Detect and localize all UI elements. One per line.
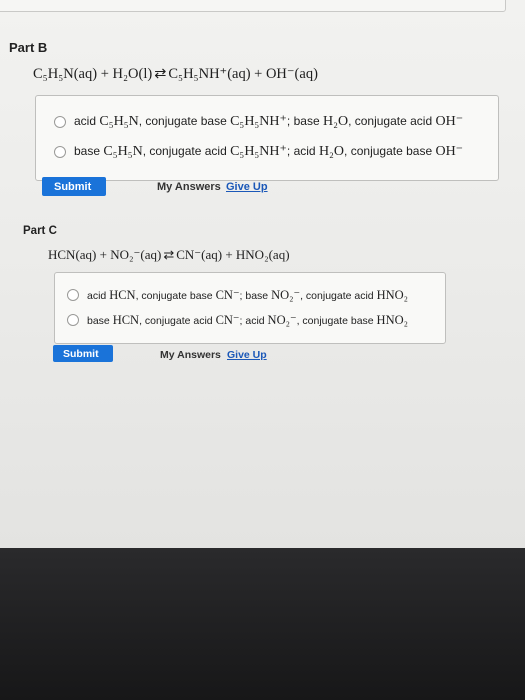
choice-text: acid	[87, 290, 110, 302]
choice-base: NO₂⁻	[271, 288, 301, 302]
choice-acid: C₅H₅N	[99, 114, 139, 129]
choice-conjugate: CN⁻	[215, 288, 240, 302]
part-b-equation-arrow: ⇄	[154, 66, 167, 82]
part-c-choices-box: acid HCN, conjugate base CN⁻; base NO₂⁻,…	[54, 272, 446, 344]
choice-text: , conjugate acid	[139, 315, 216, 327]
choice-text: , conjugate acid	[348, 114, 436, 128]
choice-text: , conjugate base	[138, 114, 231, 128]
choice-conjugate: OH⁻	[435, 144, 464, 159]
choice-text: base	[74, 144, 104, 158]
choice-conjugate: HNO₂	[376, 313, 408, 327]
part-c-title: Part C	[23, 225, 57, 237]
part-c-my-answers-link[interactable]: My Answers	[160, 349, 221, 361]
radio-button[interactable]	[54, 115, 66, 128]
part-b-choice-1[interactable]: acid C₅H₅N, conjugate base C₅H₅NH⁺; base…	[54, 113, 463, 130]
part-b-submit-button[interactable]: Submit	[42, 177, 106, 196]
choice-text: , conjugate base	[135, 290, 216, 302]
choice-text: , conjugate acid	[300, 290, 377, 302]
choice-base: C₅H₅N	[103, 144, 143, 159]
choice-acid: HCN	[109, 288, 136, 302]
part-c-choice-1[interactable]: acid HCN, conjugate base CN⁻; base NO₂⁻,…	[67, 287, 408, 303]
choice-text: , conjugate base	[344, 144, 436, 158]
choice-base: HCN	[112, 313, 140, 327]
part-b-my-answers-link[interactable]: My Answers	[157, 181, 221, 193]
part-b-equation-left: C₅H₅N(aq) + H₂O(l)	[33, 66, 153, 82]
radio-button[interactable]	[67, 314, 79, 326]
choice-text: ; acid	[286, 144, 319, 158]
choice-text: ; base	[239, 290, 272, 302]
part-c-submit-button[interactable]: Submit	[53, 345, 113, 362]
choice-base: H₂O	[322, 114, 349, 129]
part-c-choice-2[interactable]: base HCN, conjugate acid CN⁻; acid NO₂⁻,…	[67, 312, 408, 328]
part-b-title: Part B	[9, 40, 48, 55]
choice-text: acid	[74, 114, 100, 128]
part-b-give-up-link[interactable]: Give Up	[226, 181, 268, 193]
part-b-equation: C₅H₅N(aq) + H₂O(l) ⇄ C₅H₅NH⁺(aq) + OH⁻(aq)	[33, 66, 318, 83]
part-b-choices-box: acid C₅H₅N, conjugate base C₅H₅NH⁺; base…	[35, 95, 499, 181]
radio-button[interactable]	[54, 145, 66, 158]
choice-text: ; acid	[239, 315, 268, 327]
choice-text: base	[87, 315, 113, 327]
radio-button[interactable]	[67, 289, 79, 301]
screen: Part B C₅H₅N(aq) + H₂O(l) ⇄ C₅H₅NH⁺(aq) + …	[0, 0, 525, 548]
part-c-equation: HCN(aq) + NO₂⁻(aq) ⇄ CN⁻(aq) + HNO₂(aq)	[48, 247, 290, 263]
part-c-equation-right: CN⁻(aq) + HNO₂(aq)	[176, 247, 290, 262]
part-b-choice-2[interactable]: base C₅H₅N, conjugate acid C₅H₅NH⁺; acid…	[54, 143, 463, 160]
part-c-equation-left: HCN(aq) + NO₂⁻(aq)	[48, 247, 162, 262]
part-b-equation-right: C₅H₅NH⁺(aq) + OH⁻(aq)	[168, 66, 318, 82]
choice-conjugate: C₅H₅NH⁺	[230, 114, 287, 129]
choice-conjugate: CN⁻	[215, 313, 240, 327]
choice-conjugate: C₅H₅NH⁺	[230, 144, 287, 159]
choice-conjugate: HNO₂	[376, 288, 409, 302]
choice-conjugate: OH⁻	[435, 114, 464, 129]
choice-text: ; base	[286, 114, 323, 128]
monitor-bezel	[0, 548, 525, 700]
choice-text: , conjugate acid	[142, 144, 231, 158]
part-c-equation-arrow: ⇄	[163, 247, 175, 262]
choice-acid: NO₂⁻	[267, 313, 297, 327]
choice-acid: H₂O	[318, 144, 345, 159]
choice-text: , conjugate base	[296, 315, 377, 327]
previous-part-card	[0, 0, 506, 12]
part-c-give-up-link[interactable]: Give Up	[227, 349, 267, 361]
